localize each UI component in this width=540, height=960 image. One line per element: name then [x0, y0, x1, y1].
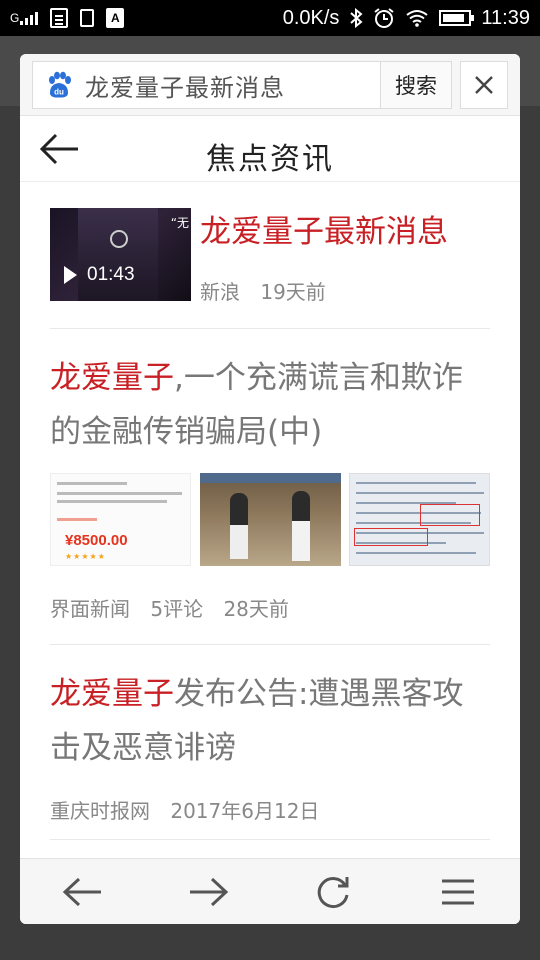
nav-back-button[interactable]: [53, 867, 113, 917]
battery-icon: [439, 10, 475, 26]
close-icon: [475, 76, 493, 94]
svg-text:du: du: [54, 88, 64, 97]
network-speed: 0.0K/s: [282, 6, 340, 29]
news-item[interactable]: “无 01:43 龙爱量子最新消息 新浪 19天前: [50, 182, 490, 329]
refresh-button[interactable]: [303, 867, 363, 917]
signal-icon: G: [10, 11, 39, 25]
refresh-icon: [317, 876, 348, 908]
image-thumbnails: ¥8500.00 ★★★★★: [50, 473, 490, 566]
page-title: 焦点资讯: [206, 142, 334, 177]
news-time: 2017年6月12日: [170, 799, 320, 823]
status-bar: G A 0.0K/s 11:39: [0, 0, 540, 36]
wifi-icon: [406, 10, 429, 27]
close-button[interactable]: [460, 61, 508, 109]
search-query: 龙爱量子最新消息: [85, 73, 285, 102]
news-item[interactable]: 龙爱量子发布公告:遭遇黑客攻击及恶意诽谤 重庆时报网 2017年6月12日: [50, 645, 490, 840]
clock: 11:39: [481, 6, 530, 29]
news-feed: “无 01:43 龙爱量子最新消息 新浪 19天前 龙爱量子,一个充满谎言和欺诈…: [20, 182, 520, 840]
clipboard-icon: [80, 9, 95, 27]
baidu-paw-icon: du: [45, 71, 73, 99]
network-type-label: G: [10, 11, 20, 25]
product-screenshot-thumbnail[interactable]: ¥8500.00 ★★★★★: [50, 473, 191, 566]
bluetooth-icon: [350, 8, 363, 28]
search-bar: du 龙爱量子最新消息 搜索: [20, 54, 520, 116]
news-item[interactable]: 龙爱量子,一个充满谎言和欺诈的金融传销骗局(中) ¥8500.00 ★★★★★: [50, 329, 490, 645]
thumb-price: ¥8500.00: [65, 532, 128, 549]
news-source: 重庆时报网: [50, 799, 150, 823]
menu-icon: [441, 879, 474, 904]
video-duration: 01:43: [87, 264, 135, 285]
news-panel: du 龙爱量子最新消息 搜索 焦点资讯 “无 01:43 龙爱量子最新消息 新浪…: [20, 54, 520, 924]
page-header: 焦点资讯: [20, 116, 520, 182]
news-time: 19天前: [260, 280, 326, 304]
play-icon: [64, 266, 77, 284]
headline-highlight: 龙爱量子: [50, 360, 174, 396]
search-input[interactable]: du 龙爱量子最新消息: [32, 61, 380, 109]
nav-forward-button[interactable]: [178, 867, 238, 917]
font-a-icon: A: [106, 8, 125, 28]
people-photo-thumbnail[interactable]: [199, 473, 341, 566]
arrow-right-icon: [189, 877, 228, 906]
news-headline[interactable]: 龙爱量子发布公告:遭遇黑客攻击及恶意诽谤: [50, 667, 490, 775]
alarm-icon: [374, 8, 395, 28]
document-icon: [50, 8, 69, 28]
news-source: 界面新闻: [50, 597, 130, 621]
news-comments: 5评论: [150, 597, 204, 621]
news-headline[interactable]: 龙爱量子最新消息: [200, 206, 448, 251]
headline-highlight: 龙爱量子: [50, 676, 174, 712]
search-button[interactable]: 搜索: [380, 61, 452, 109]
video-thumbnail[interactable]: “无 01:43: [50, 208, 191, 301]
news-source: 新浪: [200, 280, 240, 304]
news-meta: 重庆时报网 2017年6月12日: [50, 795, 333, 824]
news-headline[interactable]: 龙爱量子,一个充满谎言和欺诈的金融传销骗局(中): [50, 351, 490, 459]
news-time: 28天前: [223, 597, 289, 621]
news-meta: 界面新闻 5评论 28天前: [50, 593, 303, 622]
bottom-toolbar: [20, 858, 520, 924]
arrow-left-icon: [62, 877, 101, 906]
document-photo-thumbnail[interactable]: [349, 473, 490, 566]
news-meta: 新浪 19天前: [200, 276, 340, 305]
menu-button[interactable]: [428, 867, 488, 917]
